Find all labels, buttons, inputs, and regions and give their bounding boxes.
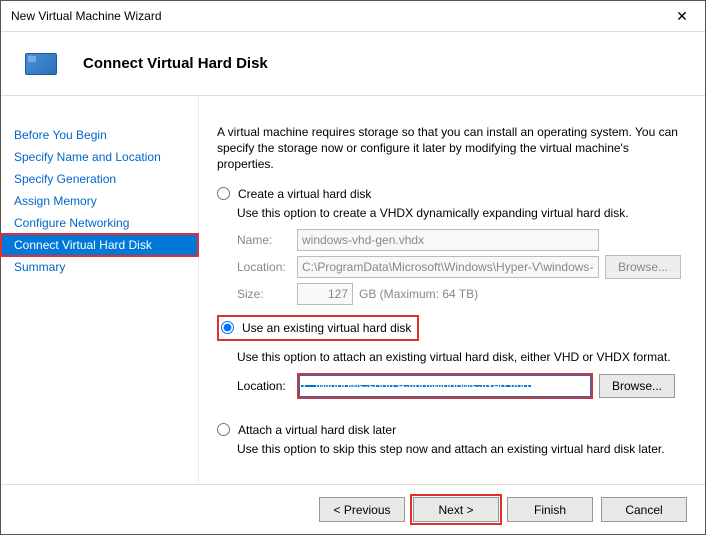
name-input bbox=[297, 229, 599, 251]
option-existing-desc: Use this option to attach an existing vi… bbox=[237, 349, 683, 365]
name-label: Name: bbox=[237, 233, 297, 247]
option-create-desc: Use this option to create a VHDX dynamic… bbox=[237, 205, 683, 221]
sidebar-item-before-you-begin[interactable]: Before You Begin bbox=[1, 124, 198, 146]
next-button[interactable]: Next > bbox=[413, 497, 499, 522]
location-label-2: Location: bbox=[237, 379, 297, 393]
radio-attach-later[interactable] bbox=[217, 423, 230, 436]
footer: < Previous Next > Finish Cancel bbox=[1, 484, 705, 534]
location-input-2[interactable]: C:\windows-source-vhd\windows-fixed.vhd bbox=[299, 375, 591, 397]
page-header: Connect Virtual Hard Disk bbox=[1, 32, 705, 96]
browse-button-2[interactable]: Browse... bbox=[599, 374, 675, 398]
body: Before You Begin Specify Name and Locati… bbox=[1, 96, 705, 484]
radio-attach-later-label: Attach a virtual hard disk later bbox=[238, 423, 396, 437]
location-input-2-value: C:\windows-source-vhd\windows-fixed.vhd bbox=[301, 385, 531, 387]
size-suffix: GB (Maximum: 64 TB) bbox=[359, 287, 478, 301]
radio-use-existing[interactable] bbox=[221, 321, 234, 334]
radio-create-vhd[interactable] bbox=[217, 187, 230, 200]
radio-create-vhd-label: Create a virtual hard disk bbox=[238, 187, 371, 201]
sidebar-item-specify-generation[interactable]: Specify Generation bbox=[1, 168, 198, 190]
radio-use-existing-label: Use an existing virtual hard disk bbox=[242, 321, 411, 335]
create-vhd-form: Name: Location: Browse... Size: GB (Maxi… bbox=[237, 229, 683, 305]
sidebar-item-specify-name[interactable]: Specify Name and Location bbox=[1, 146, 198, 168]
sidebar-item-configure-networking[interactable]: Configure Networking bbox=[1, 212, 198, 234]
existing-vhd-form: Location: C:\windows-source-vhd\windows-… bbox=[237, 373, 683, 399]
page-title: Connect Virtual Hard Disk bbox=[83, 55, 268, 72]
sidebar-item-assign-memory[interactable]: Assign Memory bbox=[1, 190, 198, 212]
browse-button-1: Browse... bbox=[605, 255, 681, 279]
size-label: Size: bbox=[237, 287, 297, 301]
location-input-1 bbox=[297, 256, 599, 278]
vm-icon bbox=[25, 53, 57, 75]
close-button[interactable]: ✕ bbox=[659, 1, 705, 31]
main-content: A virtual machine requires storage so th… bbox=[199, 96, 705, 484]
highlight-location-input: C:\windows-source-vhd\windows-fixed.vhd bbox=[297, 373, 593, 399]
sidebar-item-connect-vhd[interactable]: Connect Virtual Hard Disk bbox=[1, 234, 198, 256]
cancel-button[interactable]: Cancel bbox=[601, 497, 687, 522]
option-create-row: Create a virtual hard disk bbox=[217, 187, 683, 201]
highlight-use-existing: Use an existing virtual hard disk bbox=[217, 315, 419, 341]
previous-button[interactable]: < Previous bbox=[319, 497, 405, 522]
intro-text: A virtual machine requires storage so th… bbox=[217, 124, 683, 173]
window-title: New Virtual Machine Wizard bbox=[11, 9, 162, 23]
option-later-row: Attach a virtual hard disk later bbox=[217, 423, 683, 437]
titlebar: New Virtual Machine Wizard ✕ bbox=[1, 1, 705, 32]
wizard-window: New Virtual Machine Wizard ✕ Connect Vir… bbox=[0, 0, 706, 535]
finish-button[interactable]: Finish bbox=[507, 497, 593, 522]
sidebar-item-summary[interactable]: Summary bbox=[1, 256, 198, 278]
option-later-desc: Use this option to skip this step now an… bbox=[237, 441, 683, 457]
sidebar: Before You Begin Specify Name and Locati… bbox=[1, 96, 199, 484]
location-label-1: Location: bbox=[237, 260, 297, 274]
size-input bbox=[297, 283, 353, 305]
